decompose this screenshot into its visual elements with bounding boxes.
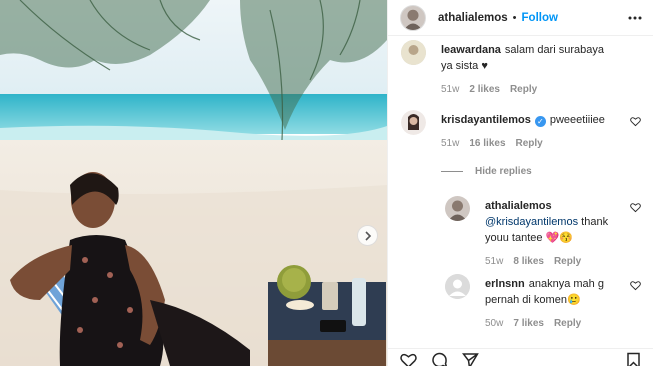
hide-replies-button[interactable]: Hide replies [441,166,532,177]
action-bar [388,348,653,366]
comment-likes[interactable]: 16 likes [469,136,505,152]
comment-meta: 51w 8 likes Reply [485,254,615,270]
commenter-avatar-image [448,200,467,221]
bookmark-icon [627,352,640,366]
chevron-right-icon [364,230,371,241]
comment-meta: 51w 2 likes Reply [441,82,613,98]
comment-mention[interactable]: @krisdayantilemos [485,216,578,228]
next-photo-button[interactable] [357,225,378,246]
post-photo [0,0,387,366]
comment-username[interactable]: leawardana [441,44,501,56]
comments-list[interactable]: leawardana salam dari surabaya ya sista ♥… [388,36,653,348]
heart-outline-icon[interactable] [630,280,641,291]
heart-outline-icon[interactable] [630,116,641,127]
comment-reply-button[interactable]: Reply [554,316,581,332]
comment-age[interactable]: 50w [485,316,503,332]
post-header: athalialemos • Follow [388,0,653,36]
hide-replies-label: Hide replies [475,166,532,177]
comment-likes[interactable]: 7 likes [513,316,544,332]
comment-icon [432,352,447,366]
heart-outline-icon[interactable] [630,202,641,213]
heart-outline-icon [400,353,417,366]
commenter-avatar-image [401,40,426,65]
commenter-avatar[interactable] [445,196,470,221]
header-separator: • [512,11,517,24]
comment-username[interactable]: erlnsnn [485,278,525,290]
commenter-avatar[interactable] [445,274,470,299]
author-username[interactable]: athalialemos [438,12,508,24]
commenter-avatar[interactable] [401,40,426,65]
comment-meta: 50w 7 likes Reply [485,316,615,332]
comment-reply-button[interactable]: Reply [510,82,537,98]
save-button[interactable] [625,352,642,366]
comment-reply-button[interactable]: Reply [516,136,543,152]
comment-likes[interactable]: 8 likes [513,254,544,270]
comment-body: erlnsnn anaknya mah g pernah di komen🥲 50… [485,276,615,332]
verified-badge-icon: ✓ [534,116,546,127]
hide-replies-line [441,171,463,172]
comment-meta: 51w 16 likes Reply [441,136,613,152]
comment-username[interactable]: krisdayantilemos [441,114,531,126]
share-button[interactable] [462,352,479,366]
comment-reply-button[interactable]: Reply [554,254,581,270]
comment-body: krisdayantilemos ✓ pweeetiiiee 51w 16 like… [441,112,613,152]
author-avatar-image [403,9,423,30]
follow-button[interactable]: Follow [522,12,558,24]
comment-age[interactable]: 51w [441,82,459,98]
comment-body: leawardana salam dari surabaya ya sista ♥… [441,42,613,98]
comment-username[interactable]: athalialemos [485,198,611,214]
comment-age[interactable]: 51w [485,254,503,270]
comment-text: pweeetiiiee [549,114,605,126]
default-avatar-icon [445,274,470,299]
comment-body: athalialemos @krisdayantilemos thank you… [485,198,615,270]
share-icon [462,353,479,366]
comments-panel: athalialemos • Follow leawardana salam da… [387,0,653,366]
commenter-avatar-image [401,110,426,135]
beach-photo-image [0,0,387,366]
comment-age[interactable]: 51w [441,136,459,152]
author-avatar[interactable] [400,4,426,31]
like-button[interactable] [400,352,417,366]
commenter-avatar[interactable] [401,110,426,135]
more-options-icon[interactable] [628,11,642,25]
comment-button[interactable] [431,352,448,366]
comment-likes[interactable]: 2 likes [469,82,500,98]
